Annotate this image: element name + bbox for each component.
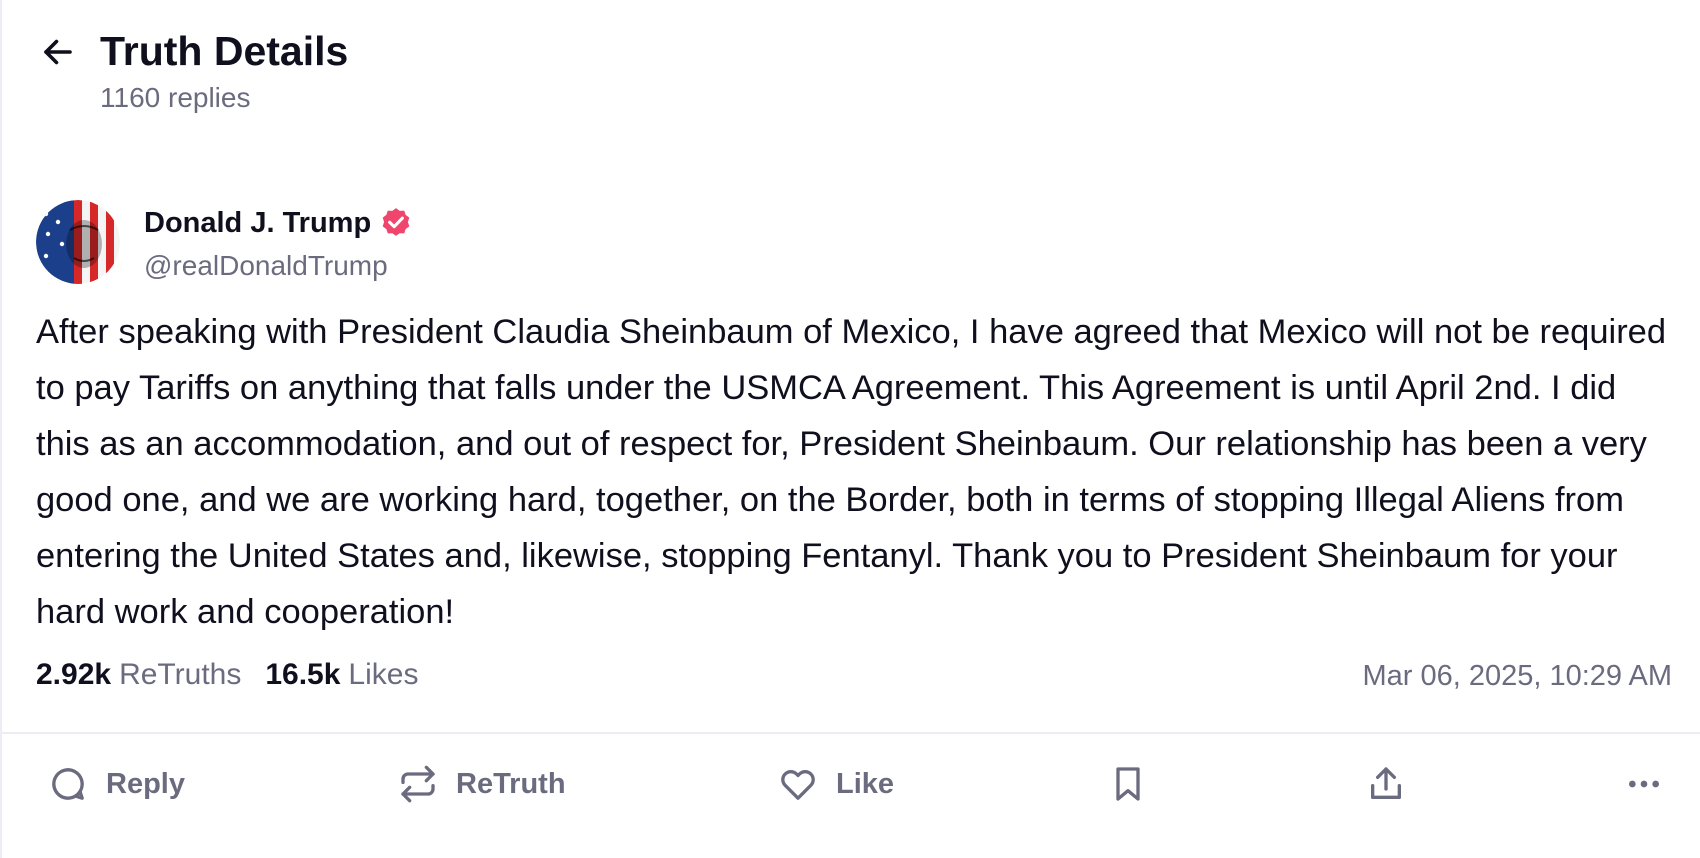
verified-badge-icon xyxy=(382,208,410,236)
likes-label[interactable]: Likes xyxy=(348,658,418,692)
divider xyxy=(2,732,1700,734)
share-button[interactable] xyxy=(1364,762,1408,806)
heart-icon xyxy=(776,762,820,806)
retruth-button[interactable]: ReTruth xyxy=(396,762,566,806)
author-handle[interactable]: @realDonaldTrump xyxy=(144,250,388,282)
arrow-left-icon xyxy=(44,39,72,65)
retruths-label[interactable]: ReTruths xyxy=(119,658,241,692)
author-name-row: Donald J. Trump xyxy=(144,206,413,240)
share-upload-icon xyxy=(1364,762,1408,806)
retruth-label: ReTruth xyxy=(456,767,566,800)
post-timestamp: Mar 06, 2025, 10:29 AM xyxy=(1362,660,1672,692)
avatar-image xyxy=(36,200,120,284)
repost-arrows-icon xyxy=(396,762,440,806)
reply-label: Reply xyxy=(106,767,185,800)
speech-bubble-icon xyxy=(46,762,90,806)
post-stats: 2.92k ReTruths 16.5k Likes xyxy=(36,658,418,692)
bookmark-icon xyxy=(1106,762,1150,806)
action-bar: Reply ReTruth Like xyxy=(2,740,1700,840)
likes-count[interactable]: 16.5k xyxy=(265,658,340,692)
truth-details-page: Truth Details 1160 replies Donald J. Tru… xyxy=(0,0,1700,858)
retruths-count[interactable]: 2.92k xyxy=(36,658,111,692)
reply-button[interactable]: Reply xyxy=(46,762,185,806)
more-options-button[interactable] xyxy=(1622,762,1666,806)
ellipsis-icon xyxy=(1622,762,1666,806)
back-button[interactable] xyxy=(38,32,78,72)
author-name[interactable]: Donald J. Trump xyxy=(144,207,371,240)
avatar[interactable] xyxy=(36,200,120,284)
post-text: After speaking with President Claudia Sh… xyxy=(36,313,1667,631)
replies-count: 1160 replies xyxy=(100,82,251,113)
bookmark-button[interactable] xyxy=(1106,762,1150,806)
like-button[interactable]: Like xyxy=(776,762,894,806)
page-title: Truth Details xyxy=(100,28,349,74)
like-label: Like xyxy=(836,767,895,800)
